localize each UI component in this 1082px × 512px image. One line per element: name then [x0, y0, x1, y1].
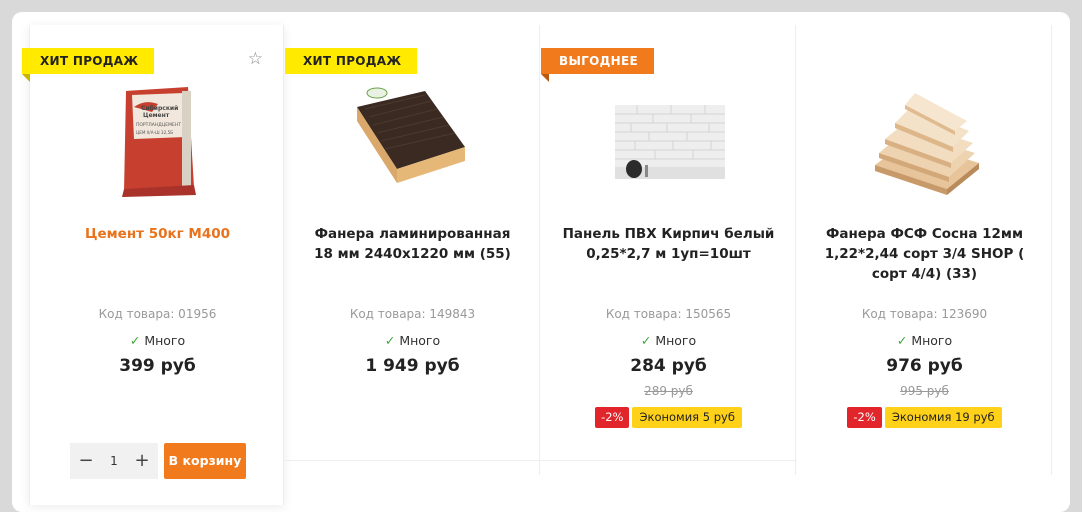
- stock-label: Много: [144, 333, 186, 348]
- product-code: Код товара: 01956: [98, 307, 217, 321]
- product-title[interactable]: Фанера ФСФ Сосна 12мм 1,22*2,44 сорт 3/4…: [817, 224, 1032, 284]
- product-image-pvc-panel[interactable]: [541, 77, 796, 197]
- product-image-fsf-plywood[interactable]: [797, 77, 1052, 197]
- add-to-cart-button[interactable]: В корзину: [164, 443, 246, 479]
- quantity-value[interactable]: 1: [110, 454, 118, 468]
- product-price: 976 руб: [886, 356, 963, 376]
- minus-icon[interactable]: −: [78, 443, 94, 479]
- discount-percent-badge: -2%: [595, 407, 630, 428]
- product-image-laminated-plywood[interactable]: [285, 77, 540, 197]
- stock-status: ✓ Много: [797, 333, 1052, 348]
- product-code: Код товара: 150565: [605, 307, 732, 321]
- badge-label: ВЫГОДНЕЕ: [559, 54, 638, 68]
- stock-status: ✓ Много: [541, 333, 796, 348]
- product-title[interactable]: Цемент 50кг М400: [50, 224, 265, 244]
- stock-status: ✓ Много: [285, 333, 540, 348]
- product-card-fsf-plywood[interactable]: Фанера ФСФ Сосна 12мм 1,22*2,44 сорт 3/4…: [797, 25, 1052, 475]
- check-icon: ✓: [384, 333, 396, 348]
- bag-brand-line2: Цемент: [143, 112, 170, 119]
- check-icon: ✓: [640, 333, 652, 348]
- product-card-cement[interactable]: ХИТ ПРОДАЖ ☆ Сибирский Цемент ПОРТЛАНДЦЕ…: [22, 25, 285, 505]
- product-price: 284 руб: [630, 356, 707, 376]
- old-price: 995 руб: [900, 384, 949, 398]
- discount-percent-badge: -2%: [847, 407, 882, 428]
- bag-grade: ЦЕМ II/А-Ш 32,5Б: [136, 130, 173, 135]
- product-code: Код товара: 123690: [861, 307, 988, 321]
- old-price: 289 руб: [644, 384, 693, 398]
- badge-fold: [22, 74, 30, 82]
- product-card-laminated-plywood[interactable]: ХИТ ПРОДАЖ Фанера ламинированная 18 мм 2…: [285, 25, 540, 475]
- product-card-pvc-panel[interactable]: ВЫГОДНЕЕ Панель ПВХ Кирпич белый 0,25*2,…: [541, 25, 796, 475]
- profitable-badge: ВЫГОДНЕЕ: [541, 48, 654, 82]
- stock-status: ✓ Много: [30, 333, 285, 348]
- badge-label: ХИТ ПРОДАЖ: [303, 54, 402, 68]
- stock-label: Много: [655, 333, 697, 348]
- savings-badge: Экономия 19 руб: [884, 407, 1002, 428]
- product-price: 399 руб: [119, 356, 196, 376]
- quantity-stepper[interactable]: − 1 +: [70, 443, 158, 479]
- badge-label: ХИТ ПРОДАЖ: [40, 54, 139, 68]
- discount-row: -2% Экономия 19 руб: [797, 407, 1052, 428]
- star-outline-icon[interactable]: ☆: [248, 49, 263, 69]
- product-image-cement[interactable]: Сибирский Цемент ПОРТЛАНДЦЕМЕНТ ЦЕМ II/А…: [30, 77, 285, 197]
- stock-label: Много: [399, 333, 441, 348]
- hit-badge: ХИТ ПРОДАЖ: [285, 48, 418, 74]
- check-icon: ✓: [129, 333, 141, 348]
- bag-product-line: ПОРТЛАНДЦЕМЕНТ: [136, 122, 181, 128]
- hit-badge: ХИТ ПРОДАЖ: [22, 48, 155, 82]
- product-price: 1 949 руб: [365, 356, 460, 376]
- bag-brand-line1: Сибирский: [141, 105, 178, 112]
- savings-badge: Экономия 5 руб: [632, 407, 742, 428]
- product-code: Код товара: 149843: [349, 307, 476, 321]
- product-title[interactable]: Фанера ламинированная 18 мм 2440х1220 мм…: [305, 224, 520, 264]
- stock-label: Много: [911, 333, 953, 348]
- plus-icon[interactable]: +: [134, 443, 150, 479]
- check-icon: ✓: [896, 333, 908, 348]
- product-title[interactable]: Панель ПВХ Кирпич белый 0,25*2,7 м 1уп=1…: [561, 224, 776, 264]
- row-divider: [284, 460, 797, 461]
- product-carousel-frame: ХИТ ПРОДАЖ ☆ Сибирский Цемент ПОРТЛАНДЦЕ…: [12, 12, 1070, 512]
- product-grid: ХИТ ПРОДАЖ ☆ Сибирский Цемент ПОРТЛАНДЦЕ…: [22, 25, 1055, 505]
- discount-row: -2% Экономия 5 руб: [541, 407, 796, 428]
